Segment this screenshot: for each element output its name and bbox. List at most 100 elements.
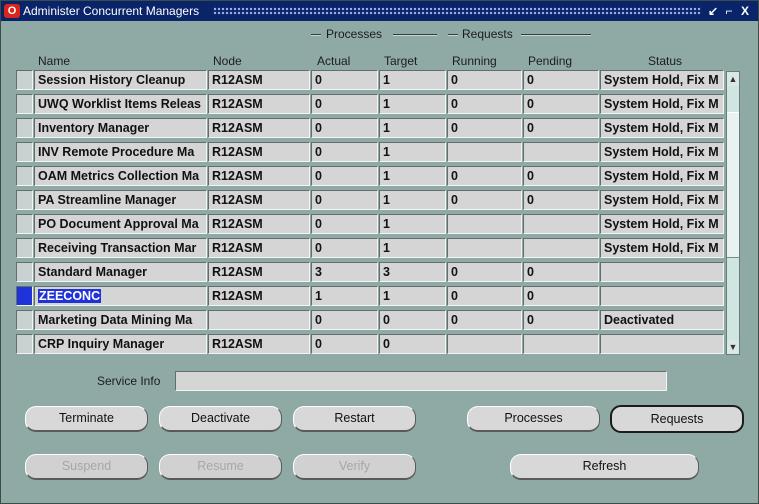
suspend-button[interactable]: Suspend	[25, 454, 148, 480]
cell-name[interactable]: Standard Manager	[34, 262, 207, 282]
deactivate-button[interactable]: Deactivate	[159, 406, 282, 432]
cell-node[interactable]: R12ASM	[208, 262, 310, 282]
row-selector[interactable]	[16, 142, 33, 162]
cell-running[interactable]: 0	[447, 166, 522, 186]
cell-status[interactable]: Deactivated	[600, 310, 724, 330]
cell-running[interactable]: 0	[447, 286, 522, 306]
scroll-up-icon[interactable]: ▲	[727, 72, 739, 86]
row-selector[interactable]	[16, 70, 33, 90]
cell-actual[interactable]: 0	[311, 214, 378, 234]
cell-name[interactable]: CRP Inquiry Manager	[34, 334, 207, 354]
cell-name[interactable]: ZEECONC	[34, 286, 207, 306]
cell-pending[interactable]: 0	[523, 262, 599, 282]
row-selector[interactable]	[16, 118, 33, 138]
cell-pending[interactable]	[523, 214, 599, 234]
cell-running[interactable]	[447, 142, 522, 162]
row-selector[interactable]	[16, 286, 33, 306]
cell-target[interactable]: 1	[379, 70, 446, 90]
cell-pending[interactable]: 0	[523, 286, 599, 306]
requests-button[interactable]: Requests	[610, 405, 744, 433]
cell-name[interactable]: Inventory Manager	[34, 118, 207, 138]
cell-status[interactable]: System Hold, Fix M	[600, 142, 724, 162]
cell-pending[interactable]: 0	[523, 310, 599, 330]
cell-pending[interactable]	[523, 334, 599, 354]
scroll-down-icon[interactable]: ▼	[727, 340, 739, 354]
cell-status[interactable]: System Hold, Fix M	[600, 166, 724, 186]
cell-target[interactable]: 0	[379, 310, 446, 330]
cell-name[interactable]: Session History Cleanup	[34, 70, 207, 90]
cell-running[interactable]	[447, 214, 522, 234]
verify-button[interactable]: Verify	[293, 454, 416, 480]
refresh-button[interactable]: Refresh	[510, 454, 699, 480]
processes-button[interactable]: Processes	[467, 406, 600, 432]
cell-running[interactable]: 0	[447, 190, 522, 210]
vertical-scrollbar[interactable]: ▲ ▼	[726, 71, 740, 355]
cell-pending[interactable]: 0	[523, 190, 599, 210]
cell-status[interactable]: System Hold, Fix M	[600, 94, 724, 114]
close-icon[interactable]: X	[738, 3, 752, 19]
cell-pending[interactable]: 0	[523, 94, 599, 114]
cell-pending[interactable]: 0	[523, 118, 599, 138]
cell-name[interactable]: PA Streamline Manager	[34, 190, 207, 210]
cell-node[interactable]: R12ASM	[208, 190, 310, 210]
minimize-icon[interactable]: ↙	[706, 3, 720, 19]
cell-status[interactable]	[600, 334, 724, 354]
cell-name[interactable]: INV Remote Procedure Ma	[34, 142, 207, 162]
cell-target[interactable]: 1	[379, 118, 446, 138]
cell-target[interactable]: 1	[379, 238, 446, 258]
cell-running[interactable]: 0	[447, 94, 522, 114]
cell-target[interactable]: 1	[379, 214, 446, 234]
cell-actual[interactable]: 0	[311, 142, 378, 162]
cell-status[interactable]	[600, 286, 724, 306]
row-selector[interactable]	[16, 190, 33, 210]
row-selector[interactable]	[16, 310, 33, 330]
row-selector[interactable]	[16, 262, 33, 282]
cell-actual[interactable]: 0	[311, 118, 378, 138]
resume-button[interactable]: Resume	[159, 454, 282, 480]
cell-name[interactable]: OAM Metrics Collection Ma	[34, 166, 207, 186]
cell-name[interactable]: Receiving Transaction Mar	[34, 238, 207, 258]
cell-target[interactable]: 1	[379, 190, 446, 210]
cell-target[interactable]: 1	[379, 286, 446, 306]
cell-pending[interactable]	[523, 142, 599, 162]
cell-target[interactable]: 0	[379, 334, 446, 354]
cell-status[interactable]	[600, 262, 724, 282]
cell-node[interactable]: R12ASM	[208, 166, 310, 186]
maximize-icon[interactable]: ⌐	[722, 3, 736, 19]
cell-status[interactable]: System Hold, Fix M	[600, 238, 724, 258]
cell-node[interactable]	[208, 310, 310, 330]
cell-running[interactable]: 0	[447, 118, 522, 138]
cell-status[interactable]: System Hold, Fix M	[600, 214, 724, 234]
cell-node[interactable]: R12ASM	[208, 286, 310, 306]
cell-node[interactable]: R12ASM	[208, 142, 310, 162]
cell-actual[interactable]: 0	[311, 190, 378, 210]
terminate-button[interactable]: Terminate	[25, 406, 148, 432]
cell-running[interactable]: 0	[447, 70, 522, 90]
cell-running[interactable]: 0	[447, 310, 522, 330]
cell-running[interactable]	[447, 238, 522, 258]
row-selector[interactable]	[16, 214, 33, 234]
row-selector[interactable]	[16, 334, 33, 354]
cell-pending[interactable]	[523, 238, 599, 258]
cell-actual[interactable]: 0	[311, 310, 378, 330]
cell-status[interactable]: System Hold, Fix M	[600, 190, 724, 210]
cell-name[interactable]: UWQ Worklist Items Releas	[34, 94, 207, 114]
cell-actual[interactable]: 0	[311, 334, 378, 354]
cell-actual[interactable]: 0	[311, 94, 378, 114]
cell-actual[interactable]: 0	[311, 70, 378, 90]
cell-name[interactable]: PO Document Approval Ma	[34, 214, 207, 234]
cell-node[interactable]: R12ASM	[208, 238, 310, 258]
cell-actual[interactable]: 3	[311, 262, 378, 282]
service-info-field[interactable]	[175, 371, 667, 391]
cell-actual[interactable]: 1	[311, 286, 378, 306]
cell-node[interactable]: R12ASM	[208, 214, 310, 234]
cell-pending[interactable]: 0	[523, 166, 599, 186]
cell-target[interactable]: 3	[379, 262, 446, 282]
cell-status[interactable]: System Hold, Fix M	[600, 70, 724, 90]
scrollbar-thumb[interactable]	[727, 112, 739, 258]
cell-target[interactable]: 1	[379, 166, 446, 186]
row-selector[interactable]	[16, 238, 33, 258]
cell-running[interactable]: 0	[447, 262, 522, 282]
cell-node[interactable]: R12ASM	[208, 118, 310, 138]
row-selector[interactable]	[16, 94, 33, 114]
